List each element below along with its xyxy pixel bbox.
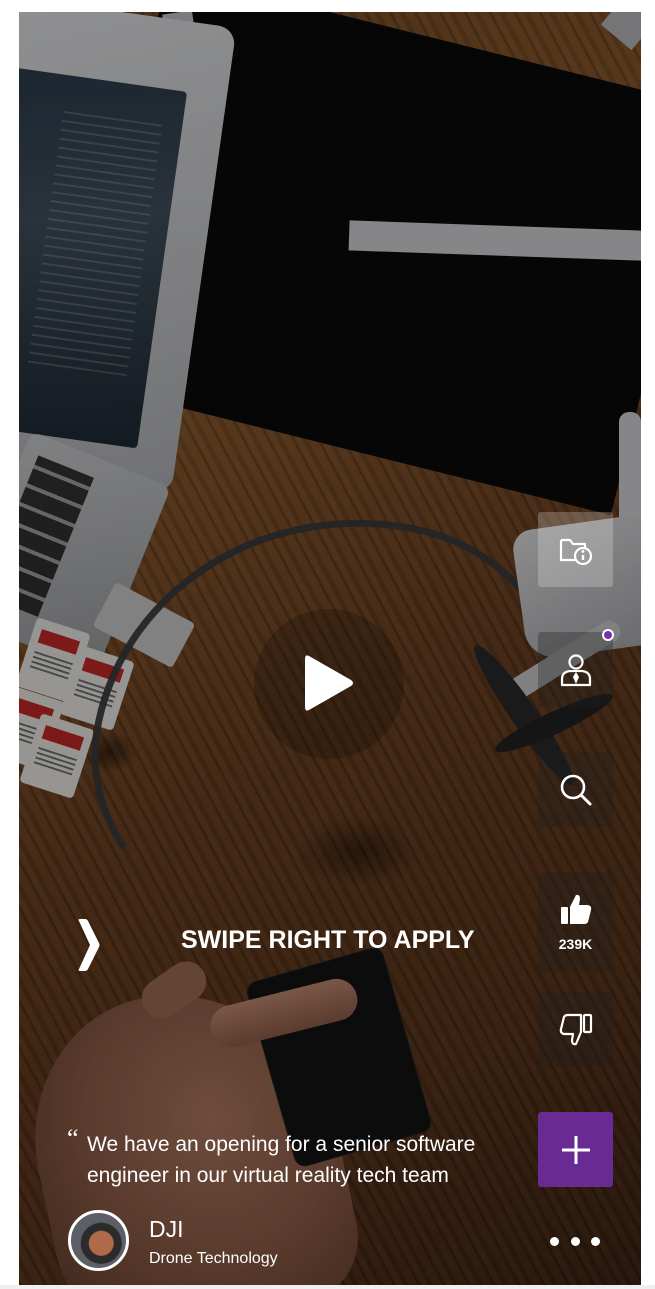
- chevron-right-icon[interactable]: [75, 917, 103, 973]
- play-icon: [305, 655, 353, 711]
- profile-button[interactable]: [538, 632, 613, 707]
- add-button[interactable]: [538, 1112, 613, 1187]
- play-button[interactable]: [254, 609, 404, 759]
- thumbs-up-icon: [560, 894, 591, 924]
- company-info-button[interactable]: [538, 512, 613, 587]
- quote-mark: “: [67, 1124, 79, 1153]
- thumbs-down-icon: [559, 1013, 592, 1045]
- company-tagline: Drone Technology: [149, 1250, 278, 1267]
- company-name[interactable]: DJI: [149, 1216, 184, 1243]
- user-tie-icon: [560, 653, 591, 686]
- swipe-to-apply-label: SWIPE RIGHT TO APPLY: [181, 926, 475, 954]
- more-dot-icon: [591, 1236, 600, 1246]
- plus-icon: [561, 1135, 590, 1164]
- like-button[interactable]: 239K: [538, 872, 613, 972]
- more-dot-icon: [570, 1236, 580, 1246]
- dislike-button[interactable]: [538, 992, 613, 1067]
- video-feed-card[interactable]: 239K SWIPE RIGHT TO APPLY “ We have an o…: [19, 12, 641, 1285]
- company-avatar[interactable]: [68, 1210, 129, 1271]
- likes-count: 239K: [558, 936, 593, 952]
- search-icon: [560, 774, 591, 805]
- folder-info-icon: [559, 538, 592, 565]
- search-button[interactable]: [538, 752, 613, 827]
- more-dot-icon: [550, 1236, 559, 1246]
- post-caption: We have an opening for a senior software…: [87, 1133, 476, 1187]
- bottom-divider: [0, 1285, 655, 1289]
- more-options-button[interactable]: [550, 1231, 600, 1251]
- notification-dot: [602, 629, 614, 641]
